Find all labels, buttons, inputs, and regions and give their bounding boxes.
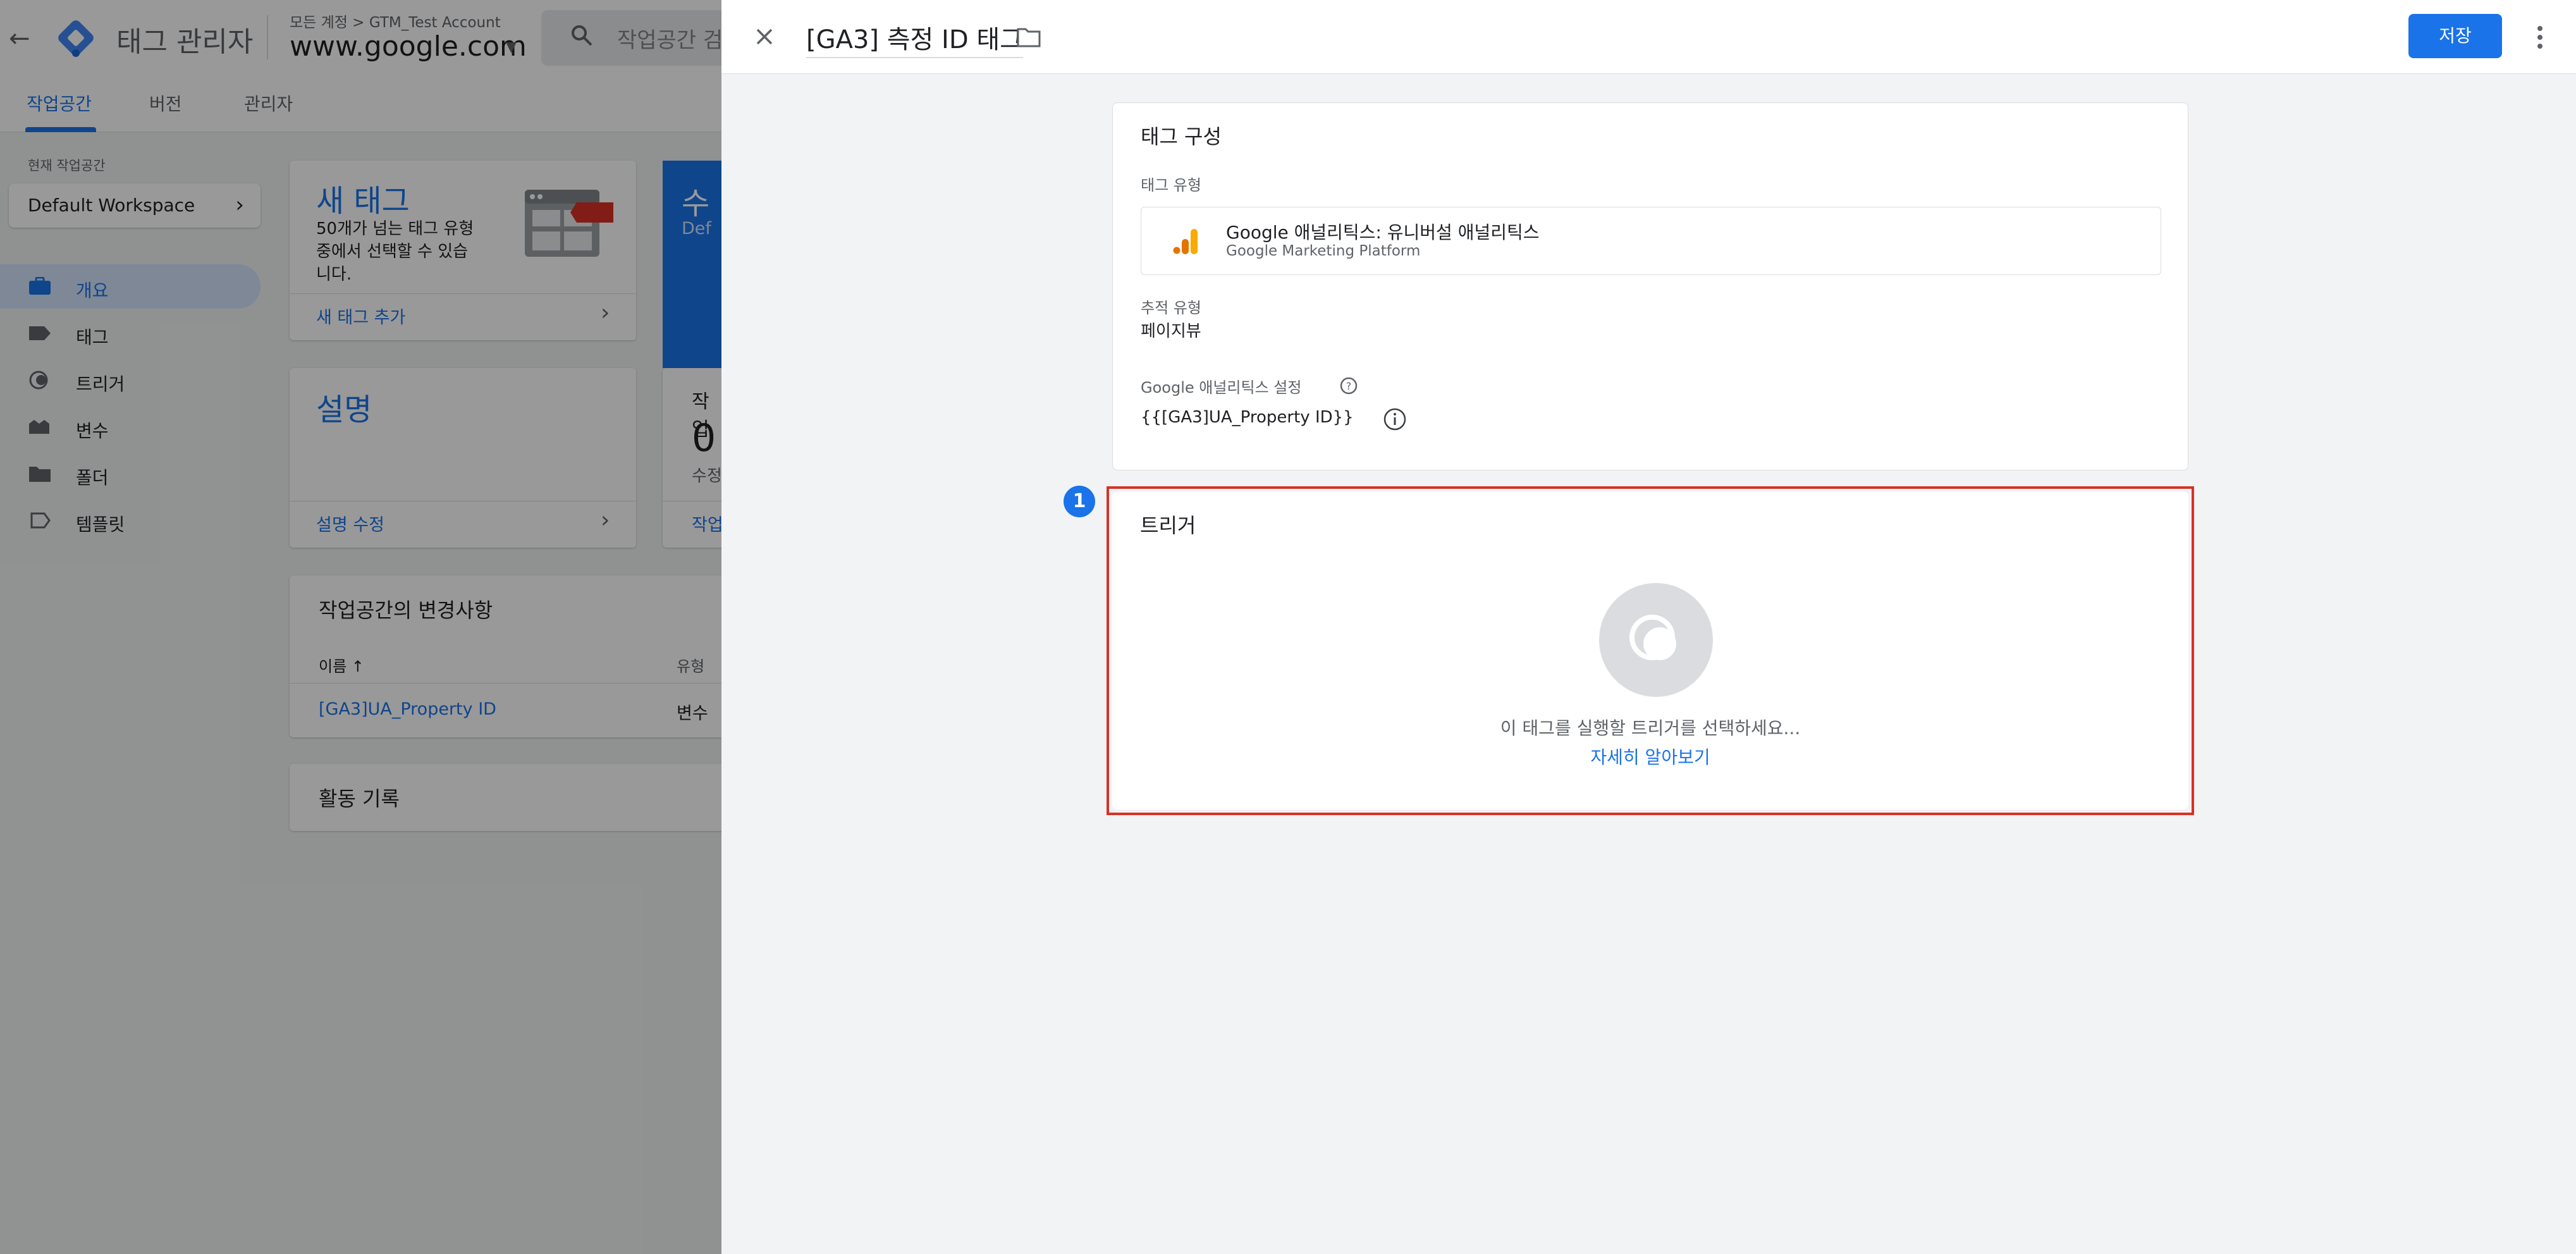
panel-header: [GA3] 측정 ID 태그 저장: [721, 0, 2576, 74]
google-analytics-icon: [1173, 229, 1198, 254]
tag-type-platform: Google Marketing Platform: [1226, 243, 1421, 259]
tag-configuration-card[interactable]: 태그 구성 태그 유형 Google 애널리틱스: 유니버설 애널리틱스 Goo…: [1112, 102, 2188, 470]
ga-settings-value: {{[GA3]UA_Property ID}}: [1141, 408, 1354, 427]
track-type-value: 페이지뷰: [1141, 322, 1201, 341]
tag-type-name: Google 애널리틱스: 유니버설 애널리틱스: [1226, 222, 1540, 243]
help-icon[interactable]: ?: [1339, 376, 1358, 395]
modal-backdrop[interactable]: [0, 0, 721, 1254]
tag-type-selector[interactable]: Google 애널리틱스: 유니버설 애널리틱스 Google Marketin…: [1141, 207, 2161, 275]
close-icon[interactable]: [752, 24, 777, 49]
info-icon[interactable]: [1382, 407, 1408, 432]
more-vert-icon[interactable]: [2532, 22, 2548, 53]
folder-icon[interactable]: [1016, 27, 1041, 48]
highlight-box: [1107, 486, 2194, 815]
save-button[interactable]: 저장: [2408, 14, 2502, 58]
tag-configuration-title: 태그 구성: [1141, 125, 1222, 149]
step-number-badge: 1: [1064, 486, 1095, 517]
ga-settings-label: Google 애널리틱스 설정: [1141, 379, 1302, 396]
svg-text:?: ?: [1346, 380, 1352, 392]
track-type-label: 추적 유형: [1141, 299, 1201, 317]
tag-editor-panel: [GA3] 측정 ID 태그 저장 태그 구성 태그 유형 Google 애널리…: [721, 0, 2576, 1254]
tag-type-label: 태그 유형: [1141, 176, 1201, 194]
tag-name-input[interactable]: [GA3] 측정 ID 태그: [806, 19, 1023, 58]
